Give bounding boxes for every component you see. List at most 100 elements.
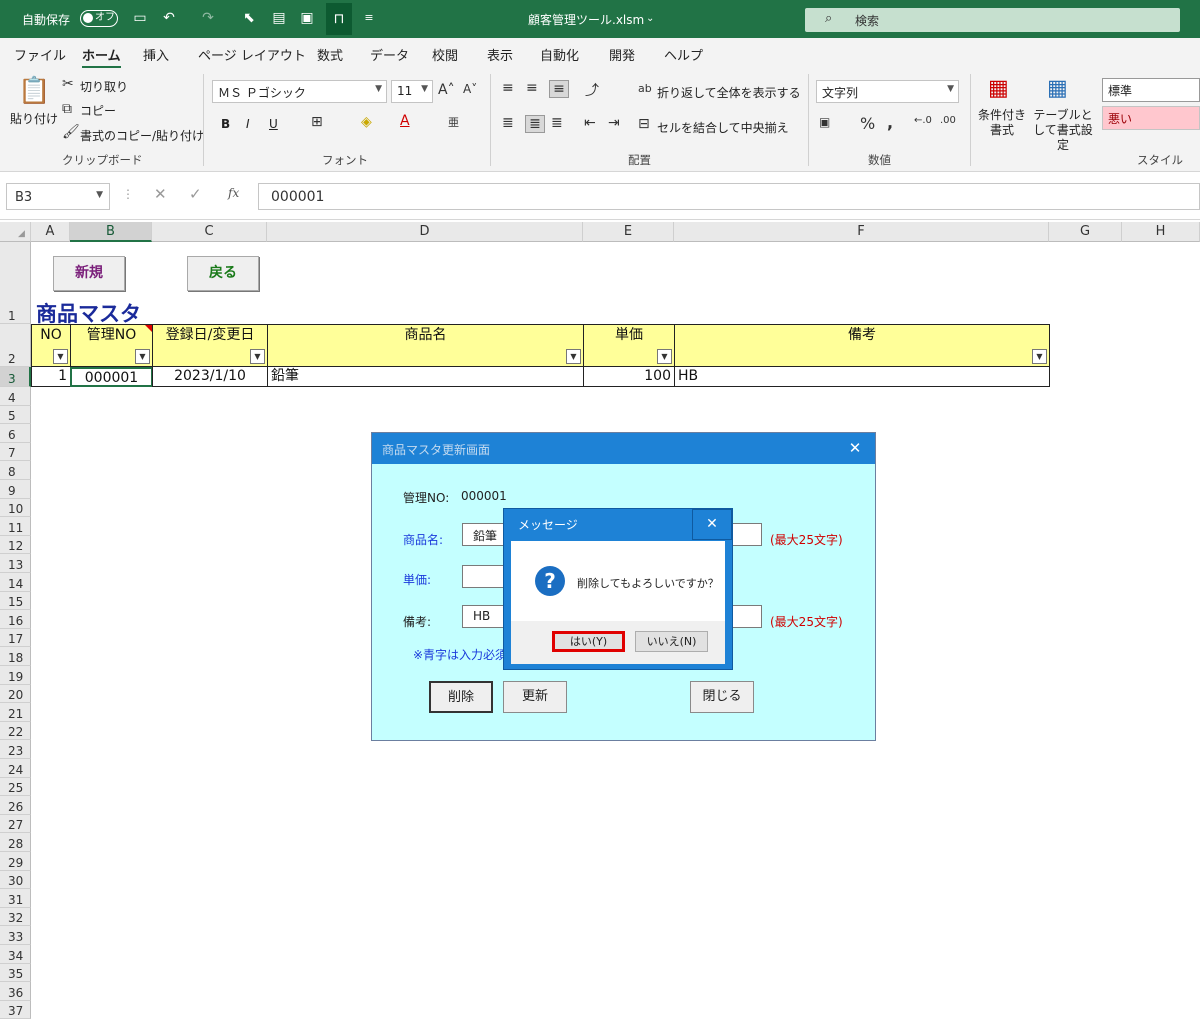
cell-product-name[interactable]: 鉛筆 [267,367,584,387]
row-header[interactable]: 7 [0,442,31,462]
column-header-b[interactable]: B [70,222,152,242]
cell-price[interactable]: 100 [583,367,675,387]
cell-note[interactable]: HB [674,367,1050,387]
row-header[interactable]: 23 [0,740,31,759]
tab-developer[interactable]: 開発 [609,45,635,64]
align-top-icon[interactable]: ≡ [502,80,514,96]
font-color-icon[interactable]: A [400,113,410,129]
select-pointer-icon[interactable]: ⬉ [240,9,258,27]
row-header[interactable]: 21 [0,703,31,722]
percent-icon[interactable]: % [860,114,875,133]
row-header[interactable]: 4 [0,387,31,406]
decrease-indent-icon[interactable]: ⇤ [584,115,596,131]
search-box[interactable]: ⌕ 検索 [805,8,1180,32]
cancel-icon[interactable]: ✕ [154,185,167,203]
row-header[interactable]: 5 [0,405,31,425]
underline-button[interactable]: U [269,117,278,131]
row-header[interactable]: 19 [0,666,31,685]
borders-icon[interactable]: ⊞ [311,114,323,130]
cut-button[interactable]: 切り取り [80,78,128,95]
row-header[interactable]: 6 [0,424,31,443]
column-header-h[interactable]: H [1122,222,1200,242]
row-header[interactable]: 32 [0,907,31,927]
row-header[interactable]: 9 [0,480,31,499]
tab-formulas[interactable]: 数式 [317,45,343,64]
column-header-d[interactable]: D [267,222,583,242]
enter-icon[interactable]: ✓ [189,185,202,203]
row-header[interactable]: 2 [0,324,31,367]
row-header[interactable]: 22 [0,721,31,741]
paste-icon[interactable]: 📋 [18,76,50,106]
filter-dropdown-icon[interactable]: ▼ [53,349,68,364]
row-header[interactable]: 12 [0,535,31,555]
decrease-font-icon[interactable]: A˅ [463,82,477,96]
update-button[interactable]: 更新 [503,681,567,713]
row-header[interactable]: 24 [0,759,31,778]
column-header-g[interactable]: G [1049,222,1122,242]
align-center-icon[interactable]: ≣ [525,115,545,133]
customize-qat-icon[interactable]: ≡ [360,9,378,27]
row-header[interactable]: 20 [0,684,31,704]
document-icon[interactable]: ▤ [270,9,288,27]
row-header[interactable]: 10 [0,498,31,518]
align-bottom-icon[interactable]: ≡ [549,80,569,98]
copy-button[interactable]: コピー [80,102,116,119]
row-header[interactable]: 36 [0,982,31,1001]
filter-dropdown-icon[interactable]: ▼ [566,349,581,364]
italic-button[interactable]: I [246,117,250,131]
yes-button[interactable]: はい(Y) [552,631,625,652]
row-header[interactable]: 16 [0,610,31,629]
row-header[interactable]: 28 [0,833,31,852]
comma-style-icon[interactable]: , [887,113,893,132]
row-header[interactable]: 34 [0,945,31,964]
font-size-select[interactable]: 11 ▼ [391,80,433,103]
row-header[interactable]: 26 [0,796,31,815]
tab-data[interactable]: データ [370,45,409,64]
row-header[interactable]: 29 [0,852,31,871]
tab-help[interactable]: ヘルプ [664,45,703,64]
row-header[interactable]: 37 [0,1000,31,1020]
lock-button[interactable]: ⊓ [326,3,352,35]
file-title[interactable]: 顧客管理ツール.xlsm [528,11,644,28]
orientation-icon[interactable]: ⤴ [585,80,599,100]
filter-dropdown-icon[interactable]: ▼ [135,349,150,364]
row-header[interactable]: 3 [0,367,31,387]
close-button[interactable]: 閉じる [690,681,754,713]
formula-input[interactable]: 000001 [258,183,1200,210]
format-painter-button[interactable]: 書式のコピー/貼り付け [80,127,204,144]
form-close-icon[interactable]: ✕ [835,433,875,464]
decrease-decimal-icon[interactable]: .00 [940,115,956,126]
no-button[interactable]: いいえ(N) [635,631,708,652]
row-header[interactable]: 14 [0,573,31,592]
save-icon[interactable]: ▭ [131,9,149,27]
format-as-table-button[interactable]: テーブルとして書式設定 [1030,108,1096,153]
new-button[interactable]: 新規 [53,256,125,291]
row-header[interactable]: 35 [0,963,31,983]
number-format-select[interactable]: 文字列 ▼ [816,80,959,103]
column-header-a[interactable]: A [31,222,70,242]
insert-function-icon[interactable]: fx [228,186,239,200]
increase-font-icon[interactable]: A˄ [438,82,455,98]
row-header[interactable]: 15 [0,591,31,611]
cell-date[interactable]: 2023/1/10 [152,367,268,387]
row-header[interactable]: 33 [0,926,31,945]
row-header[interactable]: 27 [0,814,31,834]
paste-button[interactable]: 貼り付け [10,110,58,127]
tab-home[interactable]: ホーム [82,45,121,69]
merge-center-button[interactable]: セルを結合して中央揃え [657,119,789,136]
row-header[interactable]: 1 [0,242,31,324]
drag-handle-icon[interactable]: ⋮ [122,187,134,201]
column-header-e[interactable]: E [583,222,674,242]
filter-dropdown-icon[interactable]: ▼ [657,349,672,364]
conditional-format-button[interactable]: 条件付き書式 [978,108,1026,138]
select-all-corner[interactable]: ◢ [0,222,31,242]
increase-indent-icon[interactable]: ⇥ [608,115,620,131]
align-right-icon[interactable]: ≣ [551,115,563,131]
tab-insert[interactable]: 挿入 [143,45,169,64]
row-header[interactable]: 11 [0,517,31,536]
tab-review[interactable]: 校閲 [432,45,458,64]
wrap-text-button[interactable]: 折り返して全体を表示する [657,84,801,101]
column-header-c[interactable]: C [152,222,267,242]
filter-dropdown-icon[interactable]: ▼ [1032,349,1047,364]
filter-dropdown-icon[interactable]: ▼ [250,349,265,364]
